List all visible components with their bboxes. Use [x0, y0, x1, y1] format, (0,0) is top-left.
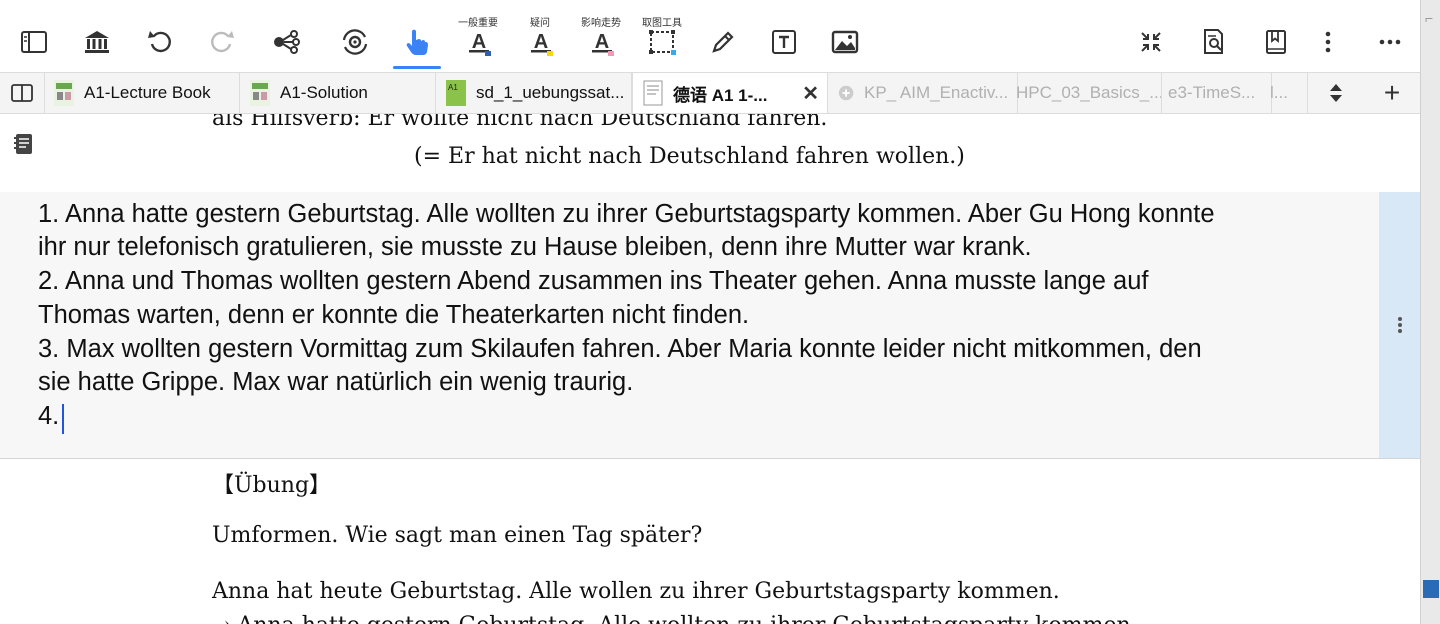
- document-page-bottom: 【Übung】 Umformen. Wie sagt man einen Tag…: [0, 459, 1420, 624]
- highlight-general-icon[interactable]: A: [459, 22, 499, 62]
- library-icon[interactable]: [77, 22, 117, 62]
- editor-line-3[interactable]: 2. Anna und Thomas wollten gestern Abend…: [38, 267, 1148, 296]
- close-tab-icon[interactable]: ✕: [802, 81, 819, 106]
- tab-label: l...: [1270, 83, 1288, 102]
- editor-line-5[interactable]: 3. Max wollten gestern Vormittag zum Ski…: [38, 335, 1202, 364]
- main-toolbar: 一般重要 A 疑问 A 影响走势 A 取图工具: [0, 0, 1420, 72]
- document-search-icon[interactable]: [1193, 22, 1233, 62]
- uebung-example: Anna hat heute Geburtstag. Alle wollen z…: [212, 579, 1060, 604]
- book-thumbnail-icon: A1: [446, 80, 466, 106]
- tab-a1-solution[interactable]: A1-Solution: [240, 73, 436, 113]
- uebung-heading: 【Übung】: [212, 473, 332, 498]
- tab-label: A1-Solution: [280, 83, 368, 102]
- svg-text:A: A: [472, 31, 486, 53]
- doc-line-hilfsverb: als Hilfsverb: Er wollte nicht nach Deut…: [212, 114, 828, 131]
- svg-text:A: A: [595, 31, 609, 53]
- tab-sd-1-uebungssat[interactable]: A1 sd_1_uebungssat...: [436, 73, 632, 113]
- text-box-icon[interactable]: [764, 22, 804, 62]
- hand-pointer-icon[interactable]: [397, 22, 437, 62]
- tab-label: A1-Lecture Book: [84, 83, 211, 102]
- doc-line-paraphrase: (= Er hat nicht nach Deutschland fahren …: [414, 144, 965, 169]
- tab-hpc-03-basics[interactable]: HPC_03_Basics_...: [1016, 73, 1162, 113]
- sidebar-toggle-icon[interactable]: [14, 22, 54, 62]
- editor-line-1[interactable]: 1. Anna hatte gestern Geburtstag. Alle w…: [38, 200, 1215, 229]
- active-tool-indicator: [393, 66, 441, 69]
- tab-sort-icon[interactable]: [1320, 81, 1352, 105]
- tab-label: e3-TimeS...: [1168, 83, 1256, 102]
- svg-text:A1: A1: [448, 83, 458, 92]
- editor-side-handle[interactable]: [1379, 192, 1420, 458]
- mindmap-icon[interactable]: [266, 22, 306, 62]
- more-vertical-icon[interactable]: [1308, 22, 1348, 62]
- capture-tool-icon[interactable]: [642, 22, 682, 62]
- tab-deutsch-a1-active[interactable]: 德语 A1 1-... ✕: [632, 73, 828, 113]
- tab-kp-aim-enactiv[interactable]: KP_ AIM_Enactiv...: [828, 73, 1018, 113]
- highlight-trend-icon[interactable]: A: [582, 22, 622, 62]
- document-page-top: als Hilfsverb: Er wollte nicht nach Deut…: [0, 114, 1420, 193]
- tab-label: HPC_03_Basics_...: [1016, 83, 1162, 102]
- document-thumbnail-icon: [643, 80, 663, 106]
- editor-line-7[interactable]: 4.: [38, 402, 59, 431]
- redo-icon[interactable]: [202, 22, 242, 62]
- add-circle-icon: [838, 85, 854, 101]
- tab-label: 德语 A1 1-...: [673, 85, 768, 105]
- document-tab-bar: A1-Lecture Book A1-Solution A1 sd_1_uebu…: [0, 72, 1420, 114]
- scrollbar-thumb[interactable]: [1423, 580, 1439, 598]
- editor-line-6[interactable]: sie hatte Grippe. Max war natürlich ein …: [38, 368, 633, 397]
- tab-a1-lecture-book[interactable]: A1-Lecture Book: [44, 73, 240, 113]
- book-thumbnail-icon: [250, 80, 270, 106]
- add-tab-icon[interactable]: +: [1376, 77, 1408, 108]
- notebook-icon[interactable]: [12, 132, 36, 161]
- collapse-icon[interactable]: [1131, 22, 1171, 62]
- edge-glyph: ⌐: [1425, 10, 1434, 26]
- editor-line-4[interactable]: Thomas warten, denn er konnte die Theate…: [38, 301, 749, 330]
- tab-label: KP_ AIM_Enactiv...: [864, 83, 1009, 102]
- image-insert-icon[interactable]: [825, 22, 865, 62]
- editor-more-icon[interactable]: [1397, 316, 1403, 334]
- tab-overflow[interactable]: l...: [1270, 73, 1308, 113]
- uebung-cut-line: → Anna hatte gestern Geburtstag. Alle wo…: [212, 613, 1138, 624]
- uebung-instruction: Umformen. Wie sagt man einen Tag später?: [212, 523, 703, 548]
- sync-settings-icon[interactable]: [335, 22, 375, 62]
- window-edge: ⌐: [1420, 0, 1440, 624]
- tab-timeseries[interactable]: e3-TimeS...: [1160, 73, 1272, 113]
- split-view-icon[interactable]: [0, 73, 45, 113]
- pencil-icon[interactable]: [703, 22, 743, 62]
- editor-line-2[interactable]: ihr nur telefonisch gratulieren, sie mus…: [38, 233, 1032, 262]
- undo-icon[interactable]: [140, 22, 180, 62]
- highlight-question-icon[interactable]: A: [521, 22, 561, 62]
- text-caret: [62, 404, 64, 434]
- bookmark-book-icon[interactable]: [1256, 22, 1296, 62]
- more-horizontal-icon[interactable]: [1370, 22, 1410, 62]
- tab-label: sd_1_uebungssat...: [476, 83, 625, 102]
- book-thumbnail-icon: [54, 80, 74, 106]
- svg-text:A: A: [534, 31, 548, 53]
